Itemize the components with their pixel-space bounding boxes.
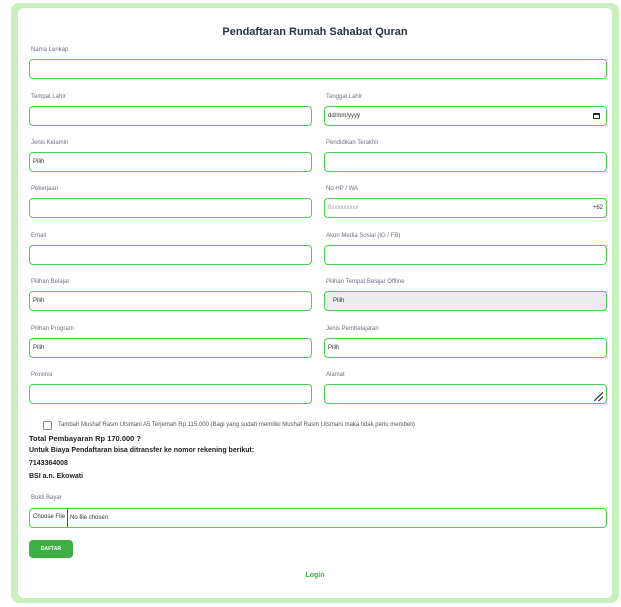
registration-card: Pendaftaran Rumah Sahabat Quran Nama Len… xyxy=(18,8,612,598)
program-label: Pilihan Program xyxy=(31,326,74,332)
nohp-label: No HP / WA xyxy=(326,186,359,192)
file-status: No file chosen xyxy=(70,515,109,521)
account-number: 7143364008 xyxy=(29,460,68,467)
nohp-input[interactable]: 8xxxxxxxxx +62 xyxy=(324,198,607,218)
jenis-pembelajaran-label: Jenis Pembelajaran xyxy=(326,326,379,332)
sosmed-input[interactable] xyxy=(324,245,607,265)
pilihan-belajar-select[interactable]: Pilih xyxy=(29,291,312,311)
sosmed-label: Akun Media Sosial (IG / FB) xyxy=(326,233,401,239)
nama-input[interactable] xyxy=(29,59,607,79)
total-payment: Total Pembayaran Rp 170.000 ? xyxy=(29,434,141,443)
tanggal-lahir-input[interactable]: dd/mm/yyyy xyxy=(324,106,607,126)
pendidikan-input[interactable] xyxy=(324,152,607,172)
choose-file-button[interactable]: Choose File xyxy=(33,509,69,527)
alamat-textarea[interactable] xyxy=(324,384,607,404)
tempat-offline-label: Pilihan Tempat Belajar Offline xyxy=(326,279,405,285)
email-label: Email xyxy=(31,233,47,239)
pekerjaan-input[interactable] xyxy=(29,198,312,218)
nohp-placeholder: 8xxxxxxxxx xyxy=(328,205,359,211)
tempat-offline-value: Pilih xyxy=(333,298,345,304)
tanggal-lahir-label: Tanggal Lahir xyxy=(326,94,363,100)
nama-label: Nama Lenkap xyxy=(31,47,69,53)
nohp-country-code: +62 xyxy=(592,205,603,211)
bukti-label: Bukti Bayar xyxy=(31,495,62,501)
jenis-kelamin-label: Jenis Kelamin xyxy=(31,140,69,146)
pekerjaan-label: Pekerjaan xyxy=(31,186,59,192)
mushaf-checkbox-label[interactable]: Tambah Mushaf Rasm Utsmani A5 Terjemah R… xyxy=(58,422,415,428)
pilihan-belajar-label: Pilihan Belajar xyxy=(31,279,70,285)
bukti-file-input[interactable]: Choose File No file chosen xyxy=(29,508,607,528)
bank-name: BSI a.n. Ekowati xyxy=(29,473,84,480)
jenis-kelamin-value: Pilih xyxy=(33,159,45,165)
calendar-icon[interactable] xyxy=(593,113,600,119)
program-value: Pilih xyxy=(33,345,45,351)
pendidikan-label: Pendidikan Terakhir xyxy=(326,140,379,146)
jenis-pembelajaran-value: Pilih xyxy=(328,345,340,351)
mushaf-checkbox[interactable] xyxy=(43,421,52,430)
login-link[interactable]: Login xyxy=(18,572,612,579)
provinsi-input[interactable] xyxy=(29,384,312,404)
tanggal-lahir-placeholder: dd/mm/yyyy xyxy=(328,113,361,119)
tempat-lahir-input[interactable] xyxy=(29,106,312,126)
tempat-offline-select[interactable]: Pilih xyxy=(324,291,607,311)
email-input[interactable] xyxy=(29,245,312,265)
provinsi-label: Provinsi xyxy=(31,372,53,378)
tempat-lahir-label: Tempat Lahir xyxy=(31,94,66,100)
pilihan-belajar-value: Pilih xyxy=(33,298,45,304)
program-select[interactable]: Pilih xyxy=(29,338,312,358)
daftar-button[interactable]: DAFTAR xyxy=(29,540,73,558)
transfer-info: Untuk Biaya Pendaftaran bisa ditransfer … xyxy=(29,447,255,454)
alamat-label: Alamat xyxy=(326,372,345,378)
page-title: Pendaftaran Rumah Sahabat Quran xyxy=(222,26,408,38)
jenis-kelamin-select[interactable]: Pilih xyxy=(29,152,312,172)
resize-handle-icon[interactable] xyxy=(594,392,603,401)
jenis-pembelajaran-select[interactable]: Pilih xyxy=(324,338,607,358)
